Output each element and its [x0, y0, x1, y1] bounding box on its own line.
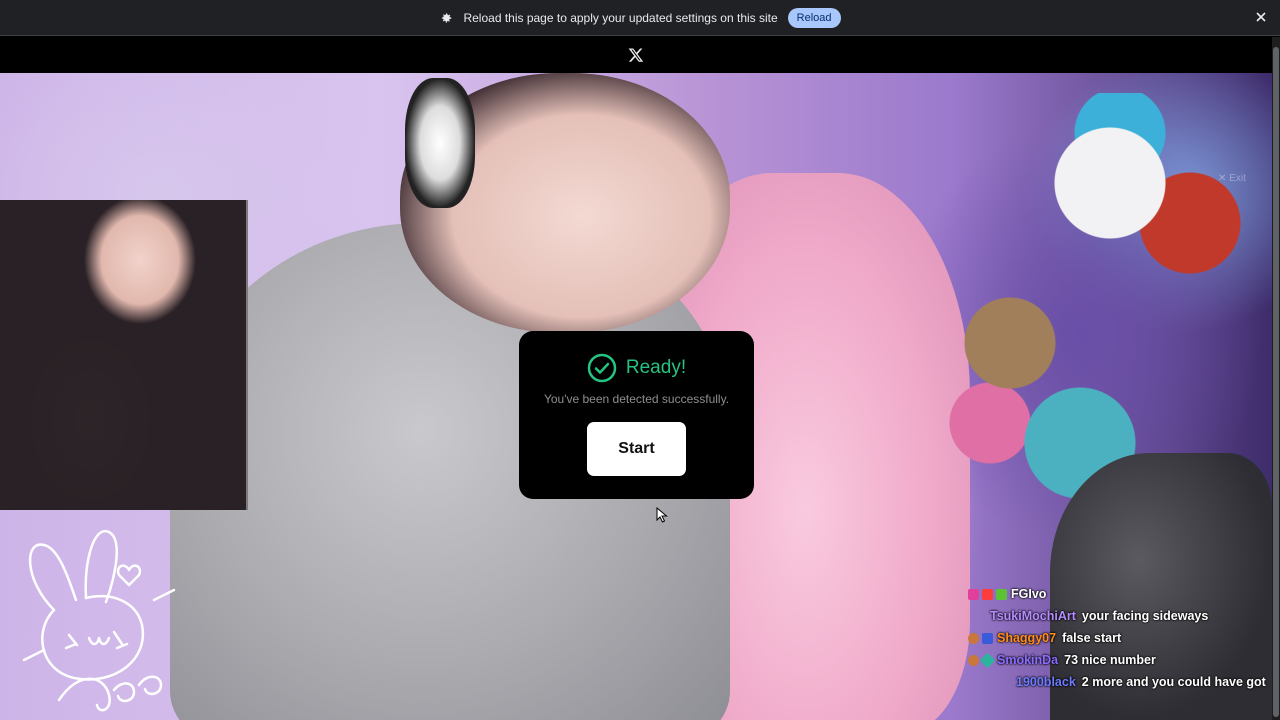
chat-overlay: FGIvo TsukiMochiArt your facing sideways…: [968, 583, 1268, 693]
gear-icon: [439, 11, 453, 25]
sub-badge-icon: [982, 588, 993, 600]
chat-text: 73 nice number: [1064, 653, 1156, 667]
check-circle-icon: [587, 353, 617, 383]
pip-webcam: [0, 200, 248, 510]
chat-badges: [968, 649, 996, 671]
page-scrollbar[interactable]: [1272, 37, 1280, 720]
ready-dialog: Ready! You've been detected successfully…: [519, 331, 754, 499]
start-button[interactable]: Start: [587, 422, 686, 476]
chat-message: SmokinDa 73 nice number: [968, 649, 1268, 671]
close-icon[interactable]: [1254, 10, 1268, 24]
chat-message: TsukiMochiArt your facing sideways: [968, 605, 1268, 627]
chat-badges: [968, 583, 1007, 605]
gem-badge-icon: [979, 652, 996, 668]
chat-badges: [968, 671, 1012, 693]
bits-badge-icon: [996, 588, 1007, 600]
chat-username[interactable]: 1900black: [1016, 671, 1076, 693]
ready-header: Ready!: [587, 353, 686, 383]
heart-badge-icon: [968, 588, 979, 600]
chat-username[interactable]: SmokinDa: [997, 649, 1058, 671]
chat-username[interactable]: Shaggy07: [997, 627, 1056, 649]
bunny-logo-icon: [22, 529, 176, 712]
exit-button[interactable]: ✕ Exit: [1218, 173, 1246, 184]
chat-badges: [968, 627, 993, 649]
exit-label: Exit: [1229, 173, 1246, 184]
ready-subtitle: You've been detected successfully.: [543, 392, 730, 406]
reload-infobar: Reload this page to apply your updated s…: [0, 0, 1280, 36]
mouse-cursor-icon: [656, 507, 668, 523]
crown-badge-icon: [968, 632, 979, 644]
chat-text: your facing sideways: [1081, 609, 1209, 623]
chat-username[interactable]: TsukiMochiArt: [990, 605, 1076, 627]
headphone: [405, 78, 475, 208]
ready-title: Ready!: [625, 357, 687, 378]
chat-text: false start: [1062, 631, 1122, 645]
prime-badge-icon: [982, 632, 993, 644]
x-logo-icon[interactable]: [628, 47, 644, 63]
chat-badges: [968, 605, 986, 627]
chat-username[interactable]: FGIvo: [1011, 583, 1046, 605]
scrollbar-thumb[interactable]: [1273, 47, 1279, 717]
chat-message: FGIvo: [968, 583, 1268, 605]
crown-badge-icon: [968, 654, 979, 666]
chat-message: 1900black 2 more and you could have got: [968, 671, 1268, 693]
chat-text: 2 more and you could have got: [1081, 675, 1266, 689]
reload-button[interactable]: Reload: [787, 7, 841, 28]
chat-message: Shaggy07 false start: [968, 627, 1268, 649]
app-header: [0, 37, 1272, 73]
infobar-message: Reload this page to apply your updated s…: [463, 10, 778, 25]
